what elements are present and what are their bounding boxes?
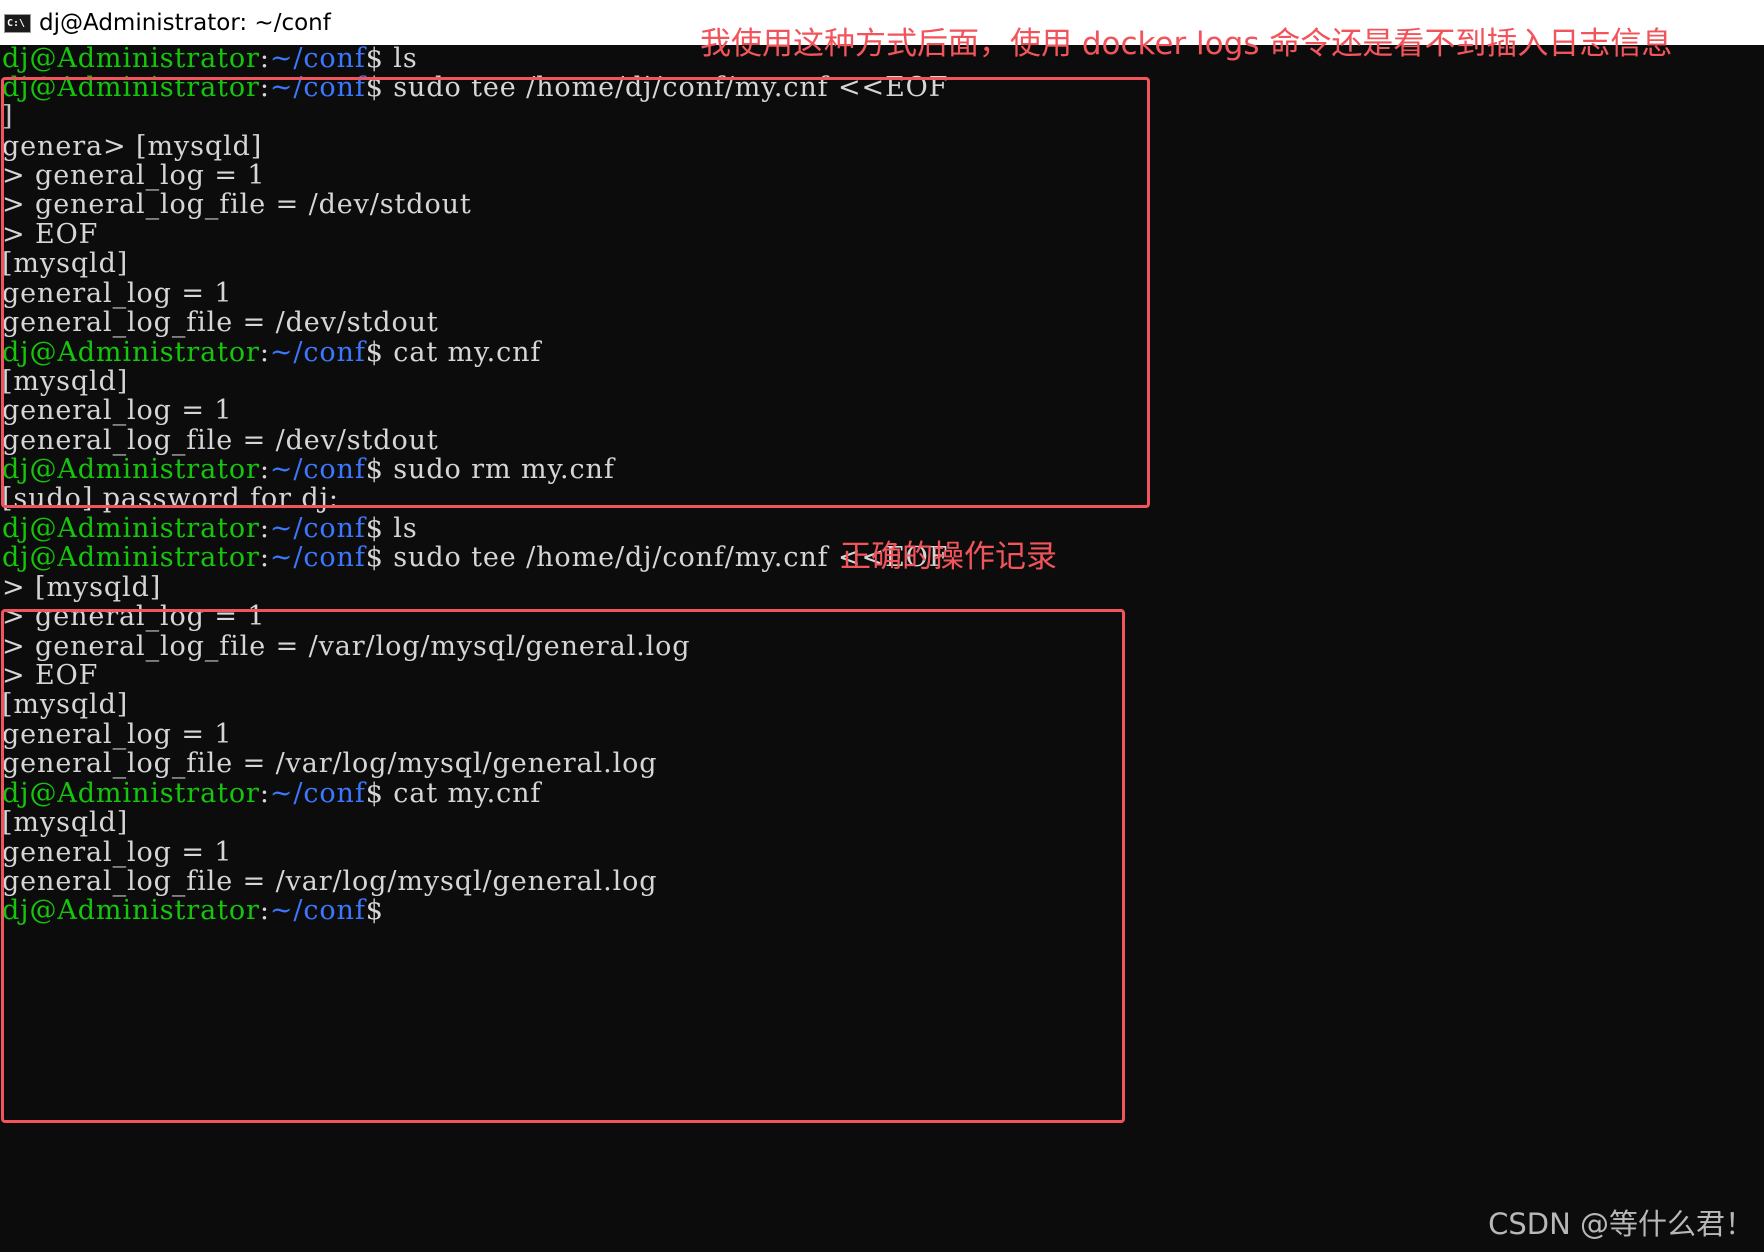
prompt-separator: : [259,513,270,544]
prompt-symbol: $ [365,542,384,573]
prompt-user: dj@Administrator [2,45,260,74]
terminal-app-icon: C:\ [4,14,31,33]
window-title: dj@Administrator: ~/conf [39,10,331,36]
prompt-symbol: $ [365,513,384,544]
watermark: CSDN @等什么君！ [1488,1207,1754,1241]
terminal-line: dj@Administrator:~/conf$ sudo tee /home/… [2,541,948,574]
prompt-path: ~/conf [269,542,366,573]
annotation-box-correct [1,609,1125,1123]
command-text: ls [383,513,418,544]
prompt-symbol: $ [365,45,384,74]
command-text: ls [383,45,418,74]
prompt-path: ~/conf [269,513,366,544]
prompt-separator: : [259,45,270,74]
prompt-user: dj@Administrator [2,513,260,544]
prompt-separator: : [259,542,270,573]
annotation-box-incorrect [1,77,1150,508]
prompt-user: dj@Administrator [2,542,260,573]
prompt-path: ~/conf [269,45,366,74]
annotation-note-correct: 正确的操作记录 [840,539,1057,575]
annotation-note-top: 我使用这种方式后面，使用 docker logs 命令还是看不到插入日志信息 [700,26,1673,62]
